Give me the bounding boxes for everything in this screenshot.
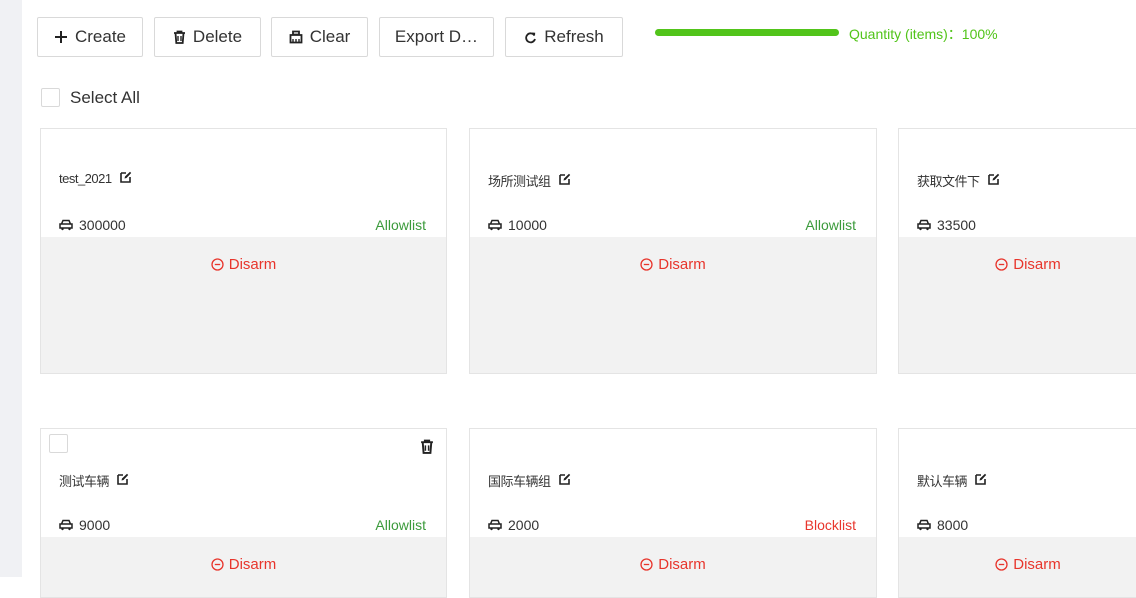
- group-card[interactable]: 场所测试组 10000 Allowlist Disarm: [469, 128, 877, 374]
- clear-button-label: Clear: [309, 27, 351, 46]
- left-rail: [0, 0, 22, 577]
- select-all-checkbox[interactable]: [41, 88, 60, 107]
- car-icon: [488, 219, 502, 231]
- card-name: test_2021: [59, 171, 112, 186]
- disarm-label: Disarm: [1013, 556, 1061, 573]
- export-button-label: Export D…: [394, 27, 479, 46]
- create-button-label: Create: [74, 27, 127, 46]
- list-badge: Allowlist: [375, 517, 426, 533]
- car-icon: [488, 519, 502, 531]
- minus-circle-icon: [995, 558, 1008, 571]
- edit-icon[interactable]: [119, 171, 132, 186]
- disarm-button[interactable]: Disarm: [41, 256, 446, 273]
- edit-icon[interactable]: [975, 473, 987, 488]
- disarm-label: Disarm: [658, 556, 706, 573]
- group-card[interactable]: 测试车辆 9000 Allowlist Disarm: [40, 428, 447, 598]
- card-quantity: 33500: [937, 217, 976, 233]
- clear-icon: [289, 30, 303, 44]
- list-badge: Blocklist: [804, 517, 856, 533]
- select-all-label[interactable]: Select All: [70, 88, 140, 108]
- group-card[interactable]: 国际车辆组 2000 Blocklist Disarm: [469, 428, 877, 598]
- disarm-button[interactable]: Disarm: [470, 556, 876, 573]
- group-card[interactable]: test_2021 300000 Allowlist Disarm: [40, 128, 447, 374]
- minus-circle-icon: [640, 258, 653, 271]
- group-card[interactable]: 获取文件下 33500 Disarm: [898, 128, 1136, 374]
- car-icon: [917, 519, 931, 531]
- card-name: 场所测试组: [488, 174, 551, 189]
- list-badge: Allowlist: [375, 217, 426, 233]
- group-card[interactable]: 默认车辆 8000 Disarm: [898, 428, 1136, 598]
- list-badge: Allowlist: [805, 217, 856, 233]
- car-icon: [59, 519, 73, 531]
- minus-circle-icon: [211, 258, 224, 271]
- disarm-label: Disarm: [228, 256, 277, 273]
- card-quantity: 300000: [79, 217, 126, 233]
- card-name: 测试车辆: [59, 474, 110, 489]
- disarm-button[interactable]: Disarm: [470, 256, 876, 273]
- card-name: 国际车辆组: [488, 474, 551, 489]
- card-quantity: 2000: [508, 517, 540, 533]
- export-button[interactable]: Export D…: [379, 17, 494, 57]
- minus-circle-icon: [995, 258, 1008, 271]
- trash-icon[interactable]: [420, 439, 434, 459]
- edit-icon[interactable]: [558, 473, 571, 488]
- create-button[interactable]: Create: [37, 17, 143, 57]
- refresh-button-label: Refresh: [544, 27, 604, 46]
- card-name: 默认车辆: [917, 474, 968, 489]
- disarm-button[interactable]: Disarm: [41, 556, 446, 573]
- card-quantity: 10000: [508, 217, 547, 233]
- card-checkbox[interactable]: [49, 434, 68, 453]
- disarm-label: Disarm: [1013, 256, 1061, 273]
- trash-icon: [173, 30, 186, 44]
- refresh-icon: [524, 31, 537, 44]
- plus-icon: [54, 30, 68, 44]
- delete-button[interactable]: Delete: [154, 17, 261, 57]
- edit-icon[interactable]: [558, 173, 571, 188]
- clear-button[interactable]: Clear: [271, 17, 368, 57]
- disarm-button[interactable]: Disarm: [899, 256, 1136, 273]
- quantity-label: Quantity (items)：100%: [849, 26, 998, 42]
- delete-button-label: Delete: [192, 27, 243, 46]
- disarm-label: Disarm: [658, 256, 706, 273]
- car-icon: [917, 219, 931, 231]
- card-quantity: 8000: [937, 517, 969, 533]
- edit-icon[interactable]: [987, 173, 1000, 188]
- minus-circle-icon: [211, 558, 224, 571]
- disarm-label: Disarm: [228, 556, 277, 573]
- disarm-button[interactable]: Disarm: [899, 556, 1136, 573]
- refresh-button[interactable]: Refresh: [505, 17, 623, 57]
- quantity-progress-fill: [655, 29, 839, 36]
- edit-icon[interactable]: [117, 473, 129, 488]
- quantity-progress-bar: [655, 29, 839, 36]
- minus-circle-icon: [640, 558, 653, 571]
- card-name: 获取文件下: [917, 174, 980, 189]
- car-icon: [59, 219, 73, 231]
- card-quantity: 9000: [79, 517, 111, 533]
